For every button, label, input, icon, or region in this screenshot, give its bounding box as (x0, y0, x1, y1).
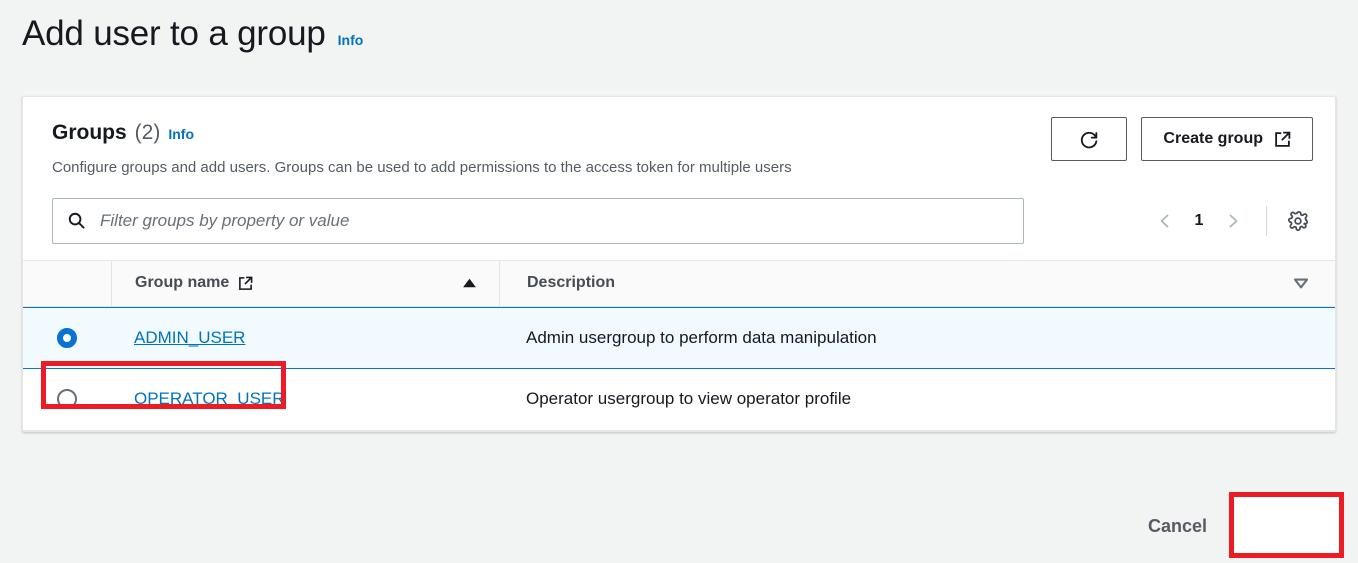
table-row-group-name-cell: OPERATOR_USER (111, 389, 499, 409)
pagination-page-1[interactable]: 1 (1186, 212, 1212, 230)
group-name-link[interactable]: ADMIN_USER (134, 328, 245, 347)
refresh-icon (1078, 128, 1100, 150)
annotation-add-backdrop (1234, 497, 1339, 553)
page-header: Add user to a group Info (22, 14, 363, 54)
search-icon (67, 211, 86, 230)
table-header-group-name[interactable]: Group name (111, 260, 499, 306)
panel-title: Groups (52, 121, 127, 144)
pagination-next-button[interactable] (1216, 204, 1250, 238)
pagination: 1 (1148, 204, 1313, 238)
external-link-icon (1274, 131, 1291, 148)
table-header-group-name-label-wrap: Group name (135, 274, 253, 292)
chevron-right-icon (1225, 213, 1241, 229)
panel-info-link[interactable]: Info (168, 126, 194, 142)
table-row-group-name-cell: ADMIN_USER (111, 328, 499, 348)
groups-table: Group name Description ADMIN_USER Admin … (23, 259, 1335, 431)
search-box[interactable] (52, 197, 1024, 244)
sort-descending-icon[interactable] (1293, 278, 1309, 289)
group-name-link[interactable]: OPERATOR_USER (134, 389, 285, 408)
table-row[interactable]: ADMIN_USER Admin usergroup to perform da… (23, 306, 1335, 369)
panel-description: Configure groups and add users. Groups c… (52, 159, 792, 176)
sort-ascending-icon[interactable] (462, 278, 477, 288)
groups-panel: Groups (2) Info Configure groups and add… (22, 96, 1336, 432)
table-header-description-label: Description (527, 274, 616, 291)
table-header-group-name-label: Group name (135, 274, 230, 291)
page-info-link[interactable]: Info (338, 32, 364, 48)
cancel-button[interactable]: Cancel (1132, 506, 1223, 547)
panel-actions: Create group (1051, 117, 1313, 161)
pagination-prev-button[interactable] (1148, 204, 1182, 238)
gear-icon (1287, 210, 1309, 232)
pagination-divider (1266, 205, 1267, 236)
page-title: Add user to a group (22, 14, 326, 53)
table-header-description[interactable]: Description (499, 260, 1335, 306)
panel-count: (2) (134, 121, 161, 144)
filter-row: 1 (23, 197, 1335, 244)
search-input[interactable] (98, 209, 1009, 232)
table-header-row: Group name Description (23, 260, 1335, 307)
table-row-description-cell: Operator usergroup to view operator prof… (526, 389, 852, 408)
table-row-description-cell: Admin usergroup to perform data manipula… (526, 327, 877, 347)
row-radio[interactable] (57, 389, 77, 409)
panel-header-text: Groups (2) Info Configure groups and add… (52, 117, 792, 178)
create-group-label: Create group (1163, 130, 1263, 147)
table-row[interactable]: OPERATOR_USER Operator usergroup to view… (23, 368, 1335, 431)
form-actions: Cancel Add (0, 489, 1358, 563)
external-link-icon (238, 276, 253, 291)
row-radio-selected[interactable] (57, 327, 77, 348)
create-group-button[interactable]: Create group (1141, 117, 1313, 161)
chevron-left-icon (1157, 213, 1173, 229)
table-settings-button[interactable] (1283, 206, 1313, 236)
table-header-select-cell (23, 261, 111, 306)
panel-header: Groups (2) Info Configure groups and add… (23, 97, 1335, 178)
table-row-select-cell[interactable] (23, 327, 111, 348)
panel-title-row: Groups (2) Info (52, 121, 792, 145)
table-row-select-cell[interactable] (23, 389, 111, 409)
refresh-button[interactable] (1051, 117, 1128, 161)
